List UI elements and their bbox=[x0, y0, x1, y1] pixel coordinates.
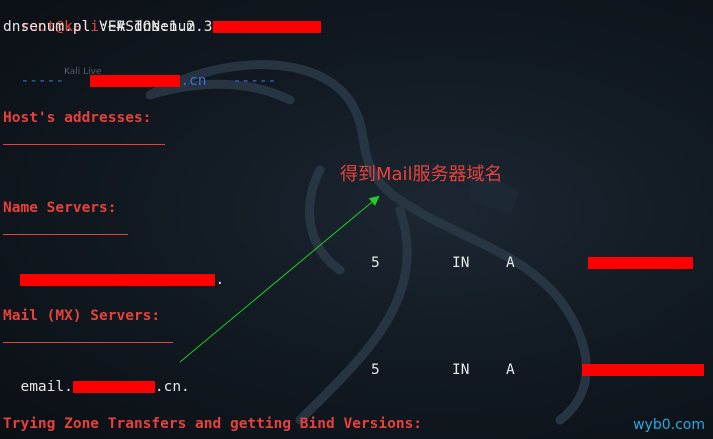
annotation-arrow bbox=[179, 195, 380, 363]
watermark: wyb0.com bbox=[633, 417, 705, 433]
